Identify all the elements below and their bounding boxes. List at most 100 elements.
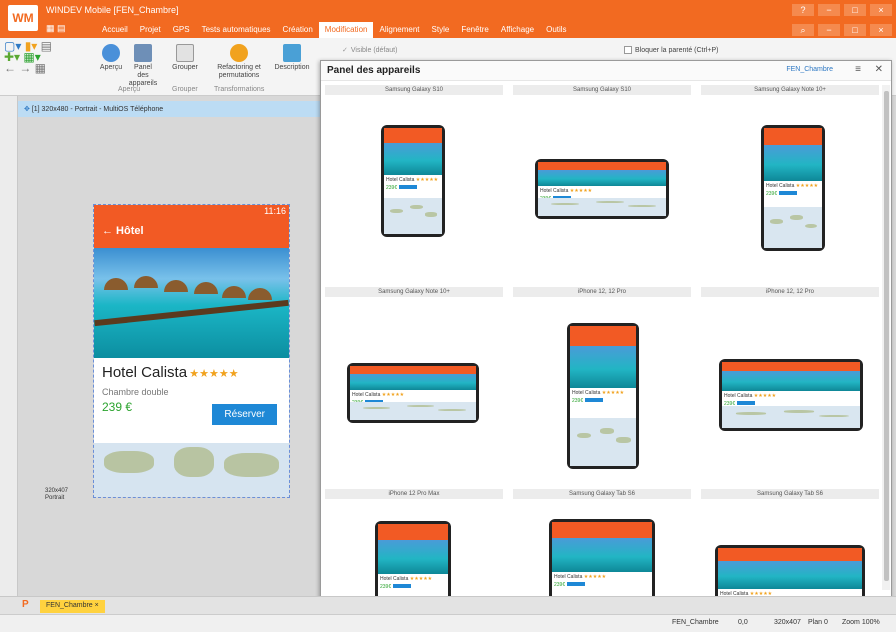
status-coords: 0,0 bbox=[738, 619, 748, 626]
device-label: Samsung Galaxy Note 10+ bbox=[701, 85, 879, 95]
reserver-button[interactable]: Réserver bbox=[212, 404, 277, 425]
maximize-button[interactable]: □ bbox=[844, 4, 866, 16]
doc-close-button[interactable]: × bbox=[870, 24, 892, 36]
device-cell[interactable]: Samsung Galaxy Tab S6 Hotel Calista ★★★★★… bbox=[513, 489, 691, 632]
help-icon[interactable]: ? bbox=[792, 4, 814, 16]
device-cell[interactable]: iPhone 12 Pro Max Hotel Calista ★★★★★ 239€ bbox=[325, 489, 503, 632]
apercu-button[interactable]: Aperçu bbox=[96, 44, 126, 72]
panel-appareils-button[interactable]: Panel des appareils bbox=[128, 44, 158, 88]
device-label: Samsung Galaxy S10 bbox=[325, 85, 503, 95]
mini-action-bar bbox=[552, 522, 652, 538]
device-screen: Hotel Calista ★★★★★239€ bbox=[570, 326, 636, 466]
menu-item[interactable]: Modification bbox=[318, 22, 374, 38]
device-cell[interactable]: iPhone 12, 12 Pro Hotel Calista ★★★★★ 239€ bbox=[701, 287, 879, 431]
map-view[interactable] bbox=[94, 443, 289, 497]
title-bar: WM WINDEV Mobile [FEN_Chambre] ▦ ▤ Accue… bbox=[0, 0, 896, 38]
menu-icon[interactable]: ≡ bbox=[855, 64, 861, 75]
device-screen: Hotel Calista ★★★★★239€ bbox=[538, 162, 666, 216]
device-panel: Panel des appareils FEN_Chambre ≡ ✕ Sams… bbox=[320, 60, 892, 632]
status-plan: Plan 0 bbox=[808, 619, 828, 626]
mini-hotel-image bbox=[764, 144, 822, 181]
mini-book-button bbox=[736, 401, 755, 406]
device-preview[interactable]: Hotel Calista ★★★★★239€ bbox=[719, 359, 863, 431]
menu-item[interactable]: Outils bbox=[540, 22, 572, 38]
group-apercu: Aperçu bbox=[118, 86, 141, 93]
visible-label: Visible (défaut) bbox=[350, 46, 398, 54]
menu-item[interactable]: Tests automatiques bbox=[196, 22, 277, 38]
project-icon[interactable]: P bbox=[22, 599, 29, 610]
device-cell[interactable]: Samsung Galaxy Note 10+ Hotel Calista ★★★… bbox=[701, 85, 879, 251]
menu-item[interactable]: GPS bbox=[167, 22, 196, 38]
device-cell[interactable]: Samsung Galaxy S10Hotel Calista ★★★★★239… bbox=[513, 85, 691, 219]
grouper-button[interactable]: Grouper bbox=[168, 44, 202, 72]
mini-hotel-info: Hotel Calista ★★★★★ 239€ bbox=[764, 181, 822, 207]
phone-action-bar[interactable]: ← Hôtel bbox=[94, 218, 289, 248]
mini-action-bar bbox=[378, 524, 448, 540]
mini-hotel-info: Hotel Calista ★★★★★ 239€ bbox=[570, 388, 636, 419]
menu-item[interactable]: Style bbox=[426, 22, 456, 38]
mini-hotel-name: Hotel Calista bbox=[352, 391, 381, 398]
menu-bar: Accueil Projet GPS Tests automatiques Créati… bbox=[96, 22, 573, 38]
device-cell[interactable]: iPhone 12, 12 Pro Hotel Calista ★★★★★ 239€ bbox=[513, 287, 691, 469]
mini-hotel-image bbox=[384, 142, 442, 175]
device-preview[interactable]: Hotel Calista ★★★★★239€ bbox=[567, 323, 639, 469]
close-button[interactable]: × bbox=[870, 4, 892, 16]
mini-map bbox=[764, 207, 822, 248]
mini-stars: ★★★★★ bbox=[381, 391, 405, 398]
mini-map bbox=[570, 418, 636, 466]
mini-hotel-image bbox=[718, 561, 862, 590]
mini-map bbox=[350, 401, 476, 420]
device-label: Samsung Galaxy Tab S6 bbox=[701, 489, 879, 499]
device-screen: Hotel Calista ★★★★★239€ bbox=[722, 362, 860, 428]
mini-stars: ★★★★★ bbox=[601, 389, 625, 396]
close-icon[interactable]: ✕ bbox=[875, 64, 883, 75]
status-size: 320x407 bbox=[774, 619, 801, 626]
description-button[interactable]: Description bbox=[270, 44, 314, 72]
phone-preview[interactable]: 11:16 ← Hôtel Hotel Calista ★★★★★ Chambr… bbox=[93, 204, 290, 498]
visible-checkbox[interactable]: ✓ Visible (défaut) bbox=[342, 46, 398, 55]
panel-window-name[interactable]: FEN_Chambre bbox=[786, 66, 833, 73]
search-icon[interactable]: ⌕ bbox=[792, 24, 814, 36]
close-tab-icon[interactable]: × bbox=[95, 602, 99, 609]
mini-hotel-image bbox=[722, 371, 860, 392]
menu-item[interactable]: Affichage bbox=[495, 22, 540, 38]
description-label: Description bbox=[274, 64, 310, 71]
new-element-icons[interactable]: ▢▾ ▮▾ ▤ ✚▾ ▦▾ ← → ▦ bbox=[4, 40, 84, 75]
checkbox-box bbox=[624, 46, 632, 54]
minimize-button[interactable]: − bbox=[818, 4, 840, 16]
status-bar: FEN_Chambre 0,0 320x407 Plan 0 Zoom 100% bbox=[0, 614, 896, 632]
device-screen: Hotel Calista ★★★★★239€ bbox=[350, 366, 476, 420]
device-preview[interactable]: Hotel Calista ★★★★★239€ bbox=[347, 363, 479, 423]
device-cell[interactable]: Samsung Galaxy S10 Hotel Calista ★★★★★239… bbox=[325, 85, 503, 237]
doc-restore-button[interactable]: □ bbox=[844, 24, 866, 36]
mini-hotel-image bbox=[378, 539, 448, 575]
quick-access-icons[interactable]: ▦ ▤ bbox=[46, 23, 66, 34]
menu-item[interactable]: Accueil bbox=[96, 22, 134, 38]
menu-item[interactable]: Création bbox=[277, 22, 319, 38]
doc-tab-fen-chambre[interactable]: FEN_Chambre × bbox=[40, 600, 105, 613]
device-preview[interactable]: Hotel Calista ★★★★★239€ bbox=[761, 125, 825, 251]
menu-item[interactable]: Alignement bbox=[373, 22, 425, 38]
bloquer-checkbox[interactable]: Bloquer la parenté (Ctrl+P) bbox=[624, 46, 718, 54]
mini-book-button bbox=[398, 184, 417, 189]
editor-config-tab[interactable]: ✥ [1] 320x480 - Portrait - MultiOS Télép… bbox=[18, 101, 323, 117]
group-grouper: Grouper bbox=[172, 86, 198, 93]
menu-item[interactable]: Fenêtre bbox=[455, 22, 495, 38]
group-icon bbox=[176, 44, 194, 62]
mini-map bbox=[384, 197, 442, 234]
menu-item[interactable]: Projet bbox=[134, 22, 167, 38]
device-preview[interactable]: Hotel Calista ★★★★★239€ bbox=[381, 125, 445, 237]
document-tabs-bar: P FEN_Chambre × bbox=[0, 596, 896, 614]
device-preview[interactable]: Hotel Calista ★★★★★239€ bbox=[535, 159, 669, 219]
mini-price: 239€ bbox=[766, 190, 778, 197]
doc-minimize-button[interactable]: − bbox=[818, 24, 840, 36]
device-cell[interactable]: Samsung Galaxy Note 10+ Hotel Calista ★★★… bbox=[325, 287, 503, 423]
mini-stars: ★★★★★ bbox=[753, 393, 777, 400]
refactoring-button[interactable]: Refactoring et permutations bbox=[210, 44, 268, 80]
mini-book-button bbox=[584, 397, 603, 402]
description-icon bbox=[283, 44, 301, 62]
device-cell[interactable]: Samsung Galaxy Tab S6 Hotel Calista ★★★★★… bbox=[701, 489, 879, 632]
group-transformations: Transformations bbox=[214, 86, 265, 93]
mini-hotel-image bbox=[552, 537, 652, 573]
scroll-thumb[interactable] bbox=[884, 91, 889, 581]
